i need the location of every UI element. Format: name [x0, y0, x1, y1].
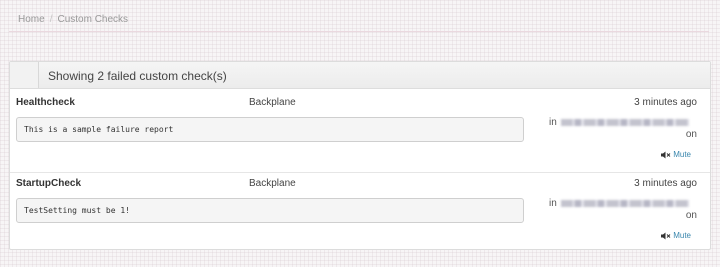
- mute-label: Mute: [673, 231, 691, 240]
- on-label: on: [685, 210, 697, 221]
- mute-button[interactable]: Mute: [661, 150, 691, 159]
- check-name: Healthcheck: [16, 97, 75, 108]
- speaker-muted-icon: [661, 232, 671, 239]
- mute-button[interactable]: Mute: [661, 231, 691, 240]
- breadcrumb-home[interactable]: Home: [18, 14, 45, 25]
- check-category: Backplane: [249, 178, 296, 189]
- failure-report: This is a sample failure report: [16, 117, 524, 142]
- mute-label: Mute: [673, 150, 691, 159]
- panel-title: Showing 2 failed custom check(s): [48, 69, 227, 83]
- panel-header: Showing 2 failed custom check(s): [10, 62, 710, 89]
- on-label: on: [685, 129, 697, 140]
- check-name: StartupCheck: [16, 178, 82, 189]
- check-time: 3 minutes ago: [634, 178, 697, 189]
- failed-checks-panel: Showing 2 failed custom check(s) Healthc…: [9, 61, 711, 250]
- host-name-redacted: [560, 118, 689, 126]
- panel-header-tab: [10, 62, 39, 88]
- check-host: in: [549, 117, 689, 128]
- breadcrumb-current: Custom Checks: [57, 14, 129, 25]
- host-name-redacted: [560, 199, 689, 207]
- speaker-muted-icon: [661, 151, 671, 158]
- breadcrumb: Home / Custom Checks: [9, 6, 709, 32]
- breadcrumb-separator: /: [49, 14, 53, 25]
- check-time: 3 minutes ago: [634, 97, 697, 108]
- check-row: StartupCheck Backplane 3 minutes ago Tes…: [10, 172, 710, 252]
- check-category: Backplane: [249, 97, 296, 108]
- in-label: in: [549, 117, 557, 128]
- failure-report: TestSetting must be 1!: [16, 198, 524, 223]
- check-host: in: [549, 198, 689, 209]
- check-row: Healthcheck Backplane 3 minutes ago This…: [10, 92, 710, 172]
- in-label: in: [549, 198, 557, 209]
